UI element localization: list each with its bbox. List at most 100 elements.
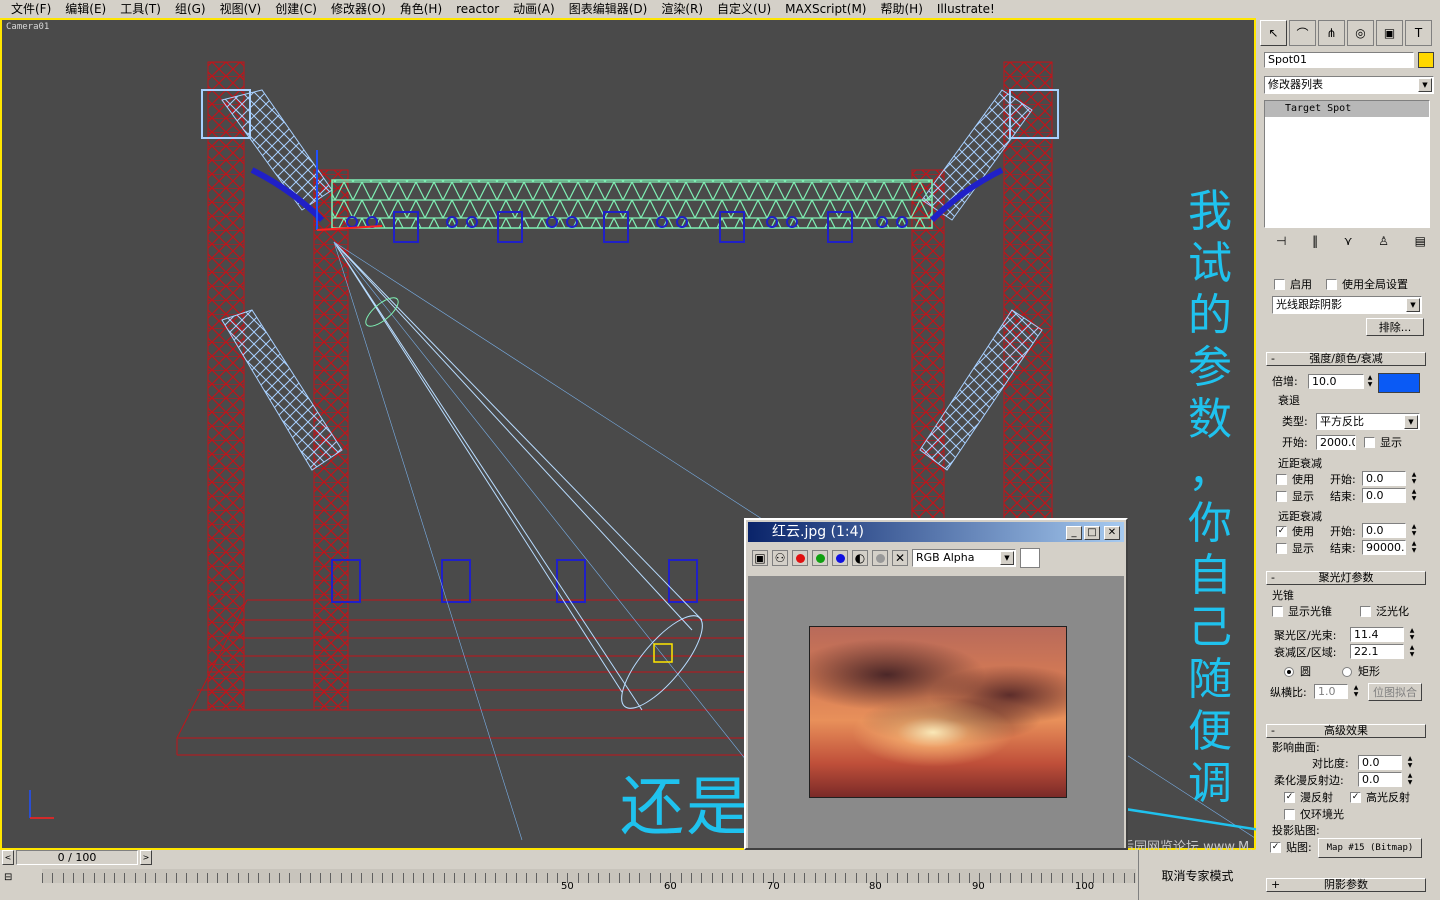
far-end-field[interactable]: 90000.0 [1362,540,1406,555]
menu-item-5[interactable]: 创建(C) [268,1,324,17]
mono-icon[interactable]: ◐ [852,550,868,566]
aspect-spinner[interactable]: ▲ ▼ [1352,684,1360,698]
decay-start-label: 开始: [1282,436,1308,449]
modify-tab-icon[interactable]: ⌒ [1289,20,1316,46]
use-global-checkbox[interactable] [1326,279,1337,290]
bitmap-fit-button[interactable]: 位图拟合 [1368,683,1422,701]
menu-item-4[interactable]: 视图(V) [213,1,269,17]
menu-item-6[interactable]: 修改器(O) [324,1,393,17]
menu-item-7[interactable]: 角色(H) [393,1,449,17]
object-name-field[interactable]: Spot01 [1264,52,1414,68]
save-icon[interactable]: ▣ [752,550,768,566]
image-window-titlebar[interactable]: 红云.jpg (1:4) _ □ ✕ [748,522,1124,542]
falloff-field[interactable]: 22.1 [1350,644,1404,659]
menu-item-8[interactable]: reactor [449,1,506,17]
menu-item-12[interactable]: 自定义(U) [710,1,778,17]
specular-checkbox[interactable]: ✓ [1350,792,1361,803]
far-show-checkbox[interactable] [1276,543,1287,554]
decay-type-select[interactable]: 平方反比 ▼ [1316,413,1420,430]
near-start-spinner[interactable]: ▲ ▼ [1410,471,1418,485]
overshoot-checkbox[interactable] [1360,606,1371,617]
maximize-button[interactable]: □ [1084,526,1100,540]
near-end-spinner[interactable]: ▲ ▼ [1410,488,1418,502]
multiplier-field[interactable]: 10.0 [1308,374,1364,389]
time-slider[interactable]: 0 / 100 [16,850,138,865]
near-start-field[interactable]: 0.0 [1362,471,1406,486]
circle-radio[interactable] [1284,667,1294,677]
menu-item-9[interactable]: 动画(A) [506,1,562,17]
object-color-swatch[interactable] [1418,52,1434,68]
intensity-rollout[interactable]: - 强度/颜色/衰减 [1266,352,1426,366]
projector-map-button[interactable]: Map #15 (Bitmap) [1318,838,1422,858]
remove-modifier-icon[interactable]: ♙ [1378,234,1389,252]
display-tab-icon[interactable]: ▣ [1376,20,1403,46]
decay-show-checkbox[interactable] [1364,437,1375,448]
minimize-button[interactable]: _ [1066,526,1082,540]
stack-item[interactable]: Target Spot [1265,101,1429,117]
menu-item-3[interactable]: 组(G) [168,1,213,17]
menu-item-10[interactable]: 图表编辑器(D) [562,1,655,17]
exclude-button[interactable]: 排除... [1366,318,1424,336]
decay-start-field[interactable]: 2000.0 [1316,435,1356,450]
motion-tab-icon[interactable]: ◎ [1347,20,1374,46]
modifier-list-select[interactable]: 修改器列表 ▼ [1264,76,1434,94]
pin-stack-icon[interactable]: ⊣ [1276,234,1286,252]
menu-item-15[interactable]: Illustrate! [930,1,1002,17]
falloff-spinner[interactable]: ▲ ▼ [1408,644,1416,658]
menu-item-2[interactable]: 工具(T) [113,1,168,17]
light-color-swatch[interactable] [1378,373,1420,393]
soften-spinner[interactable]: ▲ ▼ [1406,772,1414,786]
prev-frame-button[interactable]: < [2,850,14,865]
far-start-field[interactable]: 0.0 [1362,523,1406,538]
cancel-expert-mode-button[interactable]: 取消专家模式 [1138,850,1256,900]
hotspot-spinner[interactable]: ▲ ▼ [1408,627,1416,641]
ambient-only-checkbox[interactable] [1284,809,1295,820]
channel-select[interactable]: RGB Alpha ▼ [912,549,1016,567]
hotspot-field[interactable]: 11.4 [1350,627,1404,642]
shadow-params-rollout[interactable]: + 阴影参数 [1266,878,1426,892]
shadow-type-select[interactable]: 光线跟踪阴影 ▼ [1272,296,1422,314]
soften-field[interactable]: 0.0 [1358,772,1402,787]
configure-sets-icon[interactable]: ▤ [1415,234,1426,252]
near-use-checkbox[interactable] [1276,474,1287,485]
menu-item-0[interactable]: 文件(F) [4,1,58,17]
blue-channel-button[interactable] [832,550,848,566]
advanced-effects-rollout[interactable]: - 高级效果 [1266,724,1426,738]
next-frame-button[interactable]: > [140,850,152,865]
show-end-result-icon[interactable]: ‖ [1312,234,1318,252]
make-unique-icon[interactable]: ⋎ [1344,234,1353,252]
menu-item-14[interactable]: 帮助(H) [873,1,929,17]
menu-item-13[interactable]: MAXScript(M) [778,1,873,17]
shadow-enable-checkbox[interactable] [1274,279,1285,290]
far-start-spinner[interactable]: ▲ ▼ [1410,523,1418,537]
image-viewer-window[interactable]: 红云.jpg (1:4) _ □ ✕ ▣ ⚇ ◐ ✕ RGB Alpha ▼ [744,518,1128,850]
show-cone-checkbox[interactable] [1272,606,1283,617]
clone-icon[interactable]: ⚇ [772,550,788,566]
create-tab-icon[interactable]: ↖ [1260,20,1287,46]
spot-params-rollout[interactable]: - 聚光灯参数 [1266,571,1426,585]
clear-icon[interactable]: ✕ [892,550,908,566]
utilities-tab-icon[interactable]: T [1405,20,1432,46]
far-end-spinner[interactable]: ▲ ▼ [1410,540,1418,554]
contrast-spinner[interactable]: ▲ ▼ [1406,755,1414,769]
map-checkbox[interactable]: ✓ [1270,842,1281,853]
menu-item-11[interactable]: 渲染(R) [654,1,710,17]
red-channel-button[interactable] [792,550,808,566]
track-bar-icon[interactable]: ⊟ [4,872,12,883]
green-channel-button[interactable] [812,550,828,566]
multiplier-spinner[interactable]: ▲ ▼ [1366,374,1374,388]
rect-radio[interactable] [1342,667,1352,677]
hotspot-label: 聚光区/光束: [1274,629,1337,642]
hierarchy-tab-icon[interactable]: ⋔ [1318,20,1345,46]
alpha-icon[interactable] [872,550,888,566]
modifier-stack[interactable]: Target Spot [1264,100,1430,228]
menu-item-1[interactable]: 编辑(E) [58,1,113,17]
near-end-field[interactable]: 0.0 [1362,488,1406,503]
aspect-field[interactable]: 1.0 [1314,684,1348,699]
color-swatch[interactable] [1020,548,1040,568]
contrast-field[interactable]: 0.0 [1358,755,1402,770]
far-use-checkbox[interactable]: ✓ [1276,526,1287,537]
diffuse-checkbox[interactable]: ✓ [1284,792,1295,803]
close-button[interactable]: ✕ [1104,526,1120,540]
near-show-checkbox[interactable] [1276,491,1287,502]
